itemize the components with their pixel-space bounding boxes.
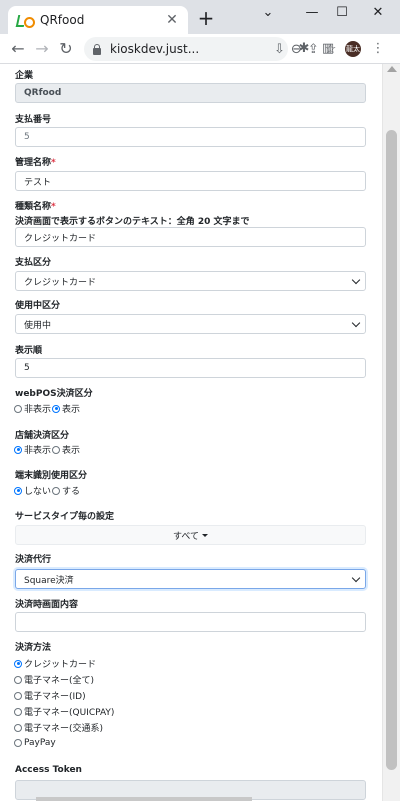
menu-dots-icon[interactable]: ⋮ <box>368 39 388 59</box>
agency-label: 決済代行 <box>15 555 52 565</box>
method-option[interactable]: 電子マネー(交通系) <box>14 721 103 734</box>
method-radio[interactable] <box>14 707 22 716</box>
method-radio[interactable] <box>14 691 22 700</box>
browser-tab[interactable]: QRfood ✕ <box>8 6 188 34</box>
type-name-label: 種類名称* <box>15 202 56 212</box>
admin-name-label: 管理名称* <box>15 158 56 168</box>
terminal-no-radio[interactable] <box>14 486 22 495</box>
window-close-icon[interactable]: ✕ <box>356 0 400 24</box>
webpos-radio-group: 非表示 表示 <box>14 402 81 415</box>
new-tab-plus-icon[interactable]: + <box>196 8 216 28</box>
store-hide-radio[interactable] <box>14 445 22 454</box>
tab-title: QRfood <box>40 13 85 27</box>
terminal-yes-radio[interactable] <box>52 486 61 495</box>
reload-icon[interactable]: ↻ <box>56 39 76 59</box>
browser-tab-strip: QRfood ✕ + ⌄ — ☐ ✕ <box>0 0 400 34</box>
display-order-label: 表示順 <box>15 346 43 356</box>
scroll-up-arrow-icon[interactable] <box>387 66 397 72</box>
display-order-input[interactable]: 5 <box>15 358 366 378</box>
type-name-input[interactable]: クレジットカード <box>15 227 366 247</box>
method-radio[interactable] <box>14 723 22 732</box>
screen-content-label: 決済時画面内容 <box>15 600 79 610</box>
scroll-thumb[interactable] <box>386 130 397 770</box>
lock-icon <box>92 43 102 55</box>
method-option[interactable]: クレジットカード <box>14 657 96 670</box>
page-content: 企業 QRfood 支払番号 5 管理名称* テスト 種類名称* 決済画面で表示… <box>0 64 382 801</box>
screen-content-input[interactable] <box>15 612 366 632</box>
store-label: 店舗決済区分 <box>15 431 70 441</box>
method-option[interactable]: PayPay <box>14 738 56 748</box>
payment-number-input[interactable]: 5 <box>15 127 366 147</box>
method-radio[interactable] <box>14 739 22 747</box>
method-option[interactable]: 電子マネー(ID) <box>14 689 86 702</box>
payment-category-select[interactable]: クレジットカード <box>15 271 366 291</box>
webpos-show-radio[interactable] <box>52 404 61 413</box>
usage-status-select[interactable]: 使用中 <box>15 314 366 334</box>
store-radio-group: 非表示 表示 <box>14 443 81 456</box>
terminal-label: 端末識別使用区分 <box>15 471 88 481</box>
browser-toolbar: ← → ↻ kioskdev.just... ⇩ ⊖ ⇪ ☆ <box>0 34 400 64</box>
company-label: 企業 <box>15 71 34 81</box>
caret-down-icon <box>202 533 208 537</box>
usage-status-label: 使用中区分 <box>15 301 61 311</box>
service-type-label: サービスタイプ毎の設定 <box>15 512 115 522</box>
install-icon[interactable]: ⇩ <box>274 42 285 57</box>
method-option[interactable]: 電子マネー(全て) <box>14 673 94 686</box>
url-text: kioskdev.just... <box>110 42 200 56</box>
store-show-radio[interactable] <box>52 445 61 454</box>
close-tab-icon[interactable]: ✕ <box>164 12 180 28</box>
forward-arrow-icon[interactable]: → <box>32 39 52 59</box>
admin-name-input[interactable]: テスト <box>15 171 366 191</box>
method-radio[interactable] <box>14 659 22 668</box>
method-option[interactable]: 電子マネー(QUICPAY) <box>14 705 114 718</box>
back-arrow-icon[interactable]: ← <box>8 39 28 59</box>
terminal-radio-group: しない する <box>14 484 81 497</box>
method-label: 決済方法 <box>15 643 52 653</box>
agency-select[interactable]: Square決済 <box>15 569 366 589</box>
method-radio[interactable] <box>14 675 22 684</box>
side-panel-icon[interactable]: ▥ <box>318 39 338 59</box>
service-type-dropdown-button[interactable]: すべて <box>15 525 366 545</box>
type-name-hint: 決済画面で表示するボタンのテキスト：全角 20 文字まで <box>15 217 250 227</box>
access-token-label: Access Token <box>15 765 82 775</box>
extensions-puzzle-icon[interactable]: ✱ <box>294 39 314 59</box>
company-field: QRfood <box>15 83 366 103</box>
payment-number-label: 支払番号 <box>15 115 52 125</box>
horizontal-scroll-thumb[interactable] <box>36 797 252 801</box>
chevron-down-icon[interactable]: ⌄ <box>246 0 290 24</box>
address-bar[interactable]: kioskdev.just... ⇩ ⊖ ⇪ ☆ <box>84 37 336 61</box>
webpos-hide-radio[interactable] <box>14 404 22 413</box>
page-scrollbar[interactable] <box>382 64 400 801</box>
profile-avatar[interactable]: 龍太 <box>345 41 361 57</box>
payment-category-label: 支払区分 <box>15 258 52 268</box>
qrfood-logo-icon <box>16 12 35 28</box>
webpos-label: webPOS決済区分 <box>15 389 93 399</box>
